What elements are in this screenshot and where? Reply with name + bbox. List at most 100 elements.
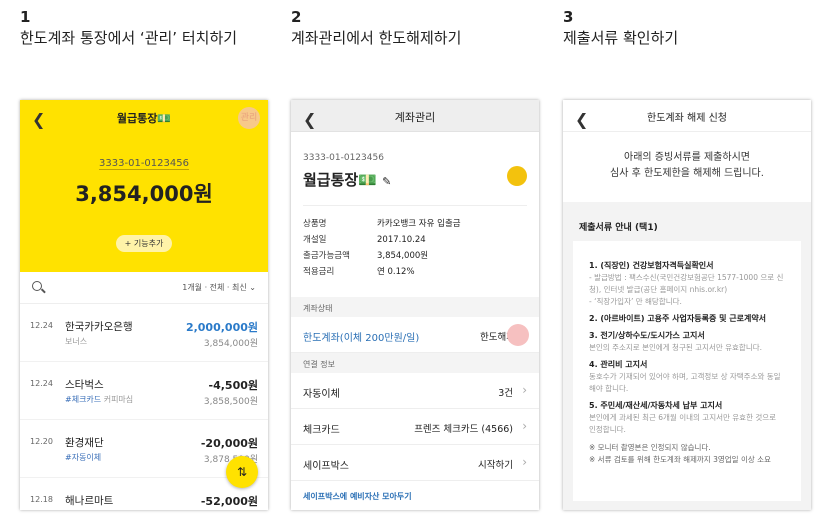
note: ※ 서류 검토를 위해 한도계좌 해제까지 3영업일 이상 소요 — [589, 455, 771, 464]
account-card: 3333-01-0123456 월급통장💵 ✎ 상품명 카카오뱅크 자유 입출금 … — [291, 132, 539, 297]
top-bar: ❮ 계좌관리 — [291, 100, 539, 132]
tx-balance: 3,854,000원 — [203, 339, 258, 349]
tap-indicator-icon — [507, 324, 529, 346]
doc-heading: 5. 주민세/재산세/자동차세 납부 고지서 — [589, 401, 723, 410]
doc-desc: 본인에게 과세된 최근 6개월 이내의 고지서만 유효한 것으로 인정합니다. — [589, 413, 777, 434]
account-number: 3333-01-0123456 — [303, 153, 384, 163]
note: ※ 모니터 촬영본은 인정되지 않습니다. — [589, 443, 711, 452]
tx-memo-text: 커피마심 — [103, 395, 134, 404]
info-value: 3,854,000원 — [377, 251, 429, 261]
info-row: 상품명 카카오뱅크 자유 입출금 — [303, 216, 461, 232]
tx-name: 스타벅스 — [65, 379, 104, 391]
intro-text: 아래의 증빙서류를 제출하시면 심사 후 한도제한을 해제해 드립니다. — [563, 132, 811, 202]
manage-button[interactable]: 관리 — [238, 107, 260, 129]
account-name-text: 월급통장💵 — [303, 171, 377, 189]
filter-options[interactable]: 1개월 · 전체 · 최신 ⌄ — [182, 282, 256, 293]
tx-name: 해나르마트 — [65, 495, 114, 507]
page-title: 한도계좌 해제 신청 — [647, 113, 727, 124]
row-label: 세이프박스 — [303, 461, 349, 472]
tx-amount: -20,000원 — [200, 437, 258, 450]
row-label: 체크카드 — [303, 425, 340, 436]
account-header: ❮ 월급통장💵 관리 3333-01-0123456 3,854,000원 + … — [20, 100, 268, 272]
step-title: 한도계좌 통장에서 ‘관리’ 터치하기 — [20, 29, 238, 47]
info-key: 출금가능금액 — [303, 251, 350, 261]
chevron-right-icon: › — [522, 419, 527, 433]
step-3: 3 제출서류 확인하기 — [563, 8, 678, 48]
doc-heading: 3. 전기/상하수도/도시가스 고지서 — [589, 331, 705, 340]
divider — [303, 205, 527, 206]
screen-limit-release-request: ❮ 한도계좌 해제 신청 아래의 증빙서류를 제출하시면 심사 후 한도제한을 … — [563, 100, 811, 510]
step-1: 1 한도계좌 통장에서 ‘관리’ 터치하기 — [20, 8, 237, 48]
tx-memo: #자동이체 — [65, 452, 101, 463]
account-number[interactable]: 3333-01-0123456 — [20, 158, 268, 170]
tx-amount: -52,000원 — [200, 495, 258, 508]
row-label: 자동이체 — [303, 389, 340, 400]
info-row: 적용금리 연 0.12% — [303, 264, 461, 280]
doc-heading: 2. (아르바이트) 고용주 사업자등록증 및 근로계약서 — [589, 314, 767, 323]
account-info: 상품명 카카오뱅크 자유 입출금 개설일 2017.10.24 출금가능금액 3,85… — [303, 216, 461, 280]
transfer-fab-icon[interactable]: ⇅ — [226, 456, 258, 488]
intro-line: 심사 후 한도제한을 해제해 드립니다. — [610, 168, 764, 179]
row-auto-transfer[interactable]: 자동이체 3건 › — [291, 373, 539, 409]
section-header: 연결 정보 — [291, 353, 539, 373]
info-row: 출금가능금액 3,854,000원 — [303, 248, 461, 264]
step-number: 3 — [563, 8, 574, 26]
info-key: 적용금리 — [303, 267, 335, 277]
row-value: 프렌즈 체크카드 (4566) — [414, 424, 513, 435]
tx-tag: #체크카드 — [65, 395, 102, 404]
chevron-right-icon: › — [522, 455, 527, 469]
tx-name: 한국카카오은행 — [65, 321, 133, 333]
account-number-text: 3333-01-0123456 — [99, 158, 189, 170]
info-row: 개설일 2017.10.24 — [303, 232, 461, 248]
row-safe-box[interactable]: 세이프박스 시작하기 › — [291, 445, 539, 481]
screen-account-management: ❮ 계좌관리 3333-01-0123456 월급통장💵 ✎ 상품명 카카오뱅크 … — [291, 100, 539, 510]
info-value: 연 0.12% — [377, 267, 415, 277]
page-title: 계좌관리 — [394, 111, 436, 124]
limit-label: 한도계좌(이체 200만원/일) — [303, 333, 420, 344]
tx-date: 12.18 — [30, 495, 53, 504]
promo-title: 세이프박스에 예비자산 모아두기 — [303, 492, 412, 501]
tx-amount: 2,000,000원 — [185, 321, 258, 334]
step-title: 제출서류 확인하기 — [563, 29, 679, 47]
search-icon[interactable] — [32, 281, 42, 291]
edit-pencil-icon[interactable]: ✎ — [382, 175, 391, 188]
transaction-row[interactable]: 12.24 스타벅스 #체크카드 커피마심 -4,500원 3,858,500원 — [20, 362, 268, 420]
step-number: 1 — [20, 8, 31, 26]
limit-account-row[interactable]: 한도계좌(이체 200만원/일) 한도해제 — [291, 317, 539, 353]
section-header: 계좌상태 — [291, 297, 539, 317]
doc-desc: 동호수가 기재되어 있어야 하며, 고객정보 상 자택주소와 동일해야 합니다. — [589, 372, 781, 393]
screen-account-detail: ❮ 월급통장💵 관리 3333-01-0123456 3,854,000원 + … — [20, 100, 268, 510]
transaction-row[interactable]: 12.24 한국카카오은행 보너스 2,000,000원 3,854,000원 — [20, 304, 268, 362]
info-value: 카카오뱅크 자유 입출금 — [377, 219, 461, 229]
documents-panel: 제출서류 안내 (택1) 1. (직장인) 건강보험자격득실확인서 - 발급방법… — [563, 202, 811, 510]
tx-tag: #자동이체 — [65, 453, 102, 462]
doc-desc: 본인의 주소지로 본인에게 청구된 고지서만 유효합니다. — [589, 343, 763, 352]
info-value: 2017.10.24 — [377, 235, 426, 245]
tx-memo: #체크카드 커피마심 — [65, 394, 133, 405]
top-bar: ❮ 한도계좌 해제 신청 — [563, 100, 811, 132]
tx-amount: -4,500원 — [208, 379, 258, 392]
tx-date: 12.24 — [30, 379, 53, 388]
tx-date: 12.20 — [30, 437, 53, 446]
info-key: 상품명 — [303, 219, 327, 229]
filter-bar: 1개월 · 전체 · 최신 ⌄ — [20, 272, 268, 304]
tx-date: 12.24 — [30, 321, 53, 330]
balance: 3,854,000원 — [75, 182, 213, 206]
step-2: 2 계좌관리에서 한도해제하기 — [291, 8, 461, 48]
doc-heading: 1. (직장인) 건강보험자격득실확인서 — [589, 261, 714, 270]
page-title: 월급통장💵 — [116, 112, 172, 125]
info-key: 개설일 — [303, 235, 327, 245]
step-number: 2 — [291, 8, 302, 26]
row-value: 3건 — [498, 388, 513, 399]
promo-banner[interactable]: 세이프박스에 예비자산 모아두기 — [291, 481, 539, 510]
account-color-dot[interactable] — [507, 166, 527, 186]
account-name: 월급통장💵 ✎ — [303, 169, 391, 190]
tx-memo: 보너스 — [65, 336, 87, 347]
tx-balance: 3,858,500원 — [203, 397, 258, 407]
doc-heading: 4. 관리비 고지서 — [589, 360, 648, 369]
add-feature-button[interactable]: + 기능추가 — [116, 235, 172, 252]
documents-box: 1. (직장인) 건강보험자격득실확인서 - 발급방법 : 팩스수신(국민건강보… — [573, 241, 801, 501]
row-check-card[interactable]: 체크카드 프렌즈 체크카드 (4566) › — [291, 409, 539, 445]
section-title: 제출서류 안내 (택1) — [579, 223, 658, 233]
doc-desc: - 발급방법 : 팩스수신(국민건강보험공단 1577-1000 으로 신청),… — [589, 273, 784, 306]
